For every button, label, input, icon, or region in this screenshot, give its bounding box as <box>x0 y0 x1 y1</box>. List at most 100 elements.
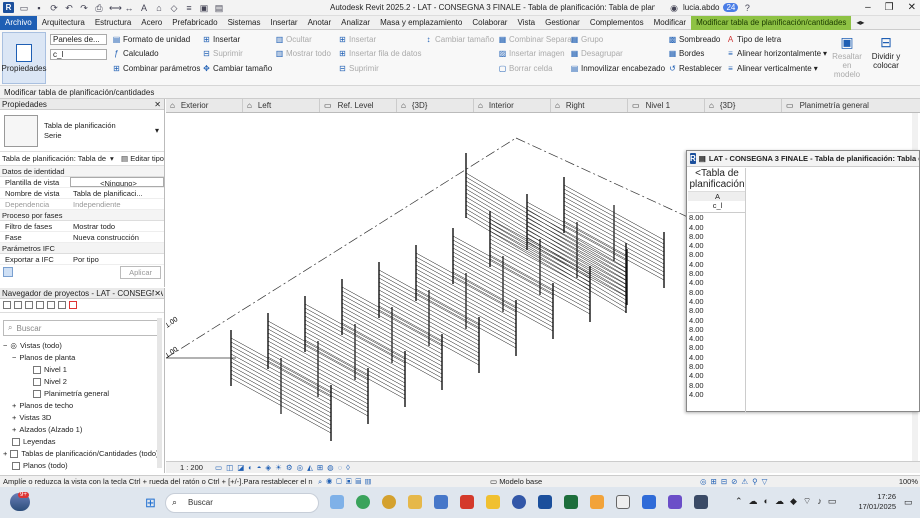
schedule-cell[interactable]: 4.00 <box>688 353 746 362</box>
tab-estructura[interactable]: Estructura <box>90 16 136 30</box>
schedule-cell[interactable]: 4.00 <box>688 316 746 325</box>
sync-icon[interactable]: ⟳ <box>49 3 59 13</box>
insert-row-button[interactable]: ⊞ Insertar <box>338 35 376 44</box>
schedule-window[interactable]: R ▤ LAT - CONSEGNA 3 FINALE - Tabla de p… <box>686 150 920 412</box>
app-icon[interactable] <box>486 495 500 509</box>
schedule-cell[interactable]: 8.00 <box>688 213 746 222</box>
explorer-icon[interactable] <box>408 495 422 509</box>
text-icon[interactable]: A <box>139 3 149 13</box>
view-tab-interior[interactable]: ⌂ Interior <box>474 99 551 112</box>
office-icon[interactable] <box>460 495 474 509</box>
app-icon[interactable] <box>564 495 578 509</box>
section-icon[interactable]: ◇ <box>169 3 179 13</box>
highlight-in-model-button[interactable]: ▣ Resaltar en modelo <box>830 34 864 79</box>
ribbon-toggle-icon[interactable]: ◂▸ <box>851 16 869 30</box>
maximize-icon[interactable]: ❐ <box>885 0 894 16</box>
merge-button[interactable]: ▦ Combinar Separar <box>498 35 575 44</box>
freeze-header-button[interactable]: ▤ Inmovilizar encabezado <box>570 64 665 73</box>
browser-scrollbar[interactable] <box>157 318 162 468</box>
view-name-field[interactable]: Tabla de planificaci... <box>70 188 164 198</box>
tab-complementos[interactable]: Complementos <box>585 16 649 30</box>
measure-icon[interactable]: ⟷ <box>109 3 122 13</box>
view-tab-nivel-1[interactable]: ▭ Nivel 1 <box>628 99 705 112</box>
phase-filter-field[interactable]: Mostrar todo <box>70 221 164 231</box>
ifc-export-field[interactable]: Por tipo <box>70 254 164 264</box>
browser-tool-icon[interactable] <box>36 301 44 309</box>
view-tab-right[interactable]: ⌂ Right <box>551 99 628 112</box>
tab-arquitectura[interactable]: Arquitectura <box>37 16 90 30</box>
app-icon[interactable] <box>616 495 630 509</box>
revit-taskbar-icon[interactable] <box>538 495 552 509</box>
tab-masa[interactable]: Masa y emplazamiento <box>375 16 467 30</box>
ungroup-button[interactable]: ▦ Desagrupar <box>570 49 623 58</box>
schedule-title-bar[interactable]: R ▤ LAT - CONSEGNA 3 FINALE - Tabla de p… <box>687 151 919 167</box>
view-tab-left[interactable]: ⌂ Left <box>243 99 320 112</box>
tree-item[interactable]: − ◎ Vistas (todo) <box>3 340 164 352</box>
tray-icons[interactable]: ⌃☁◐☁◆⌔♪▭ <box>735 496 842 507</box>
column-header[interactable]: c_l <box>688 201 746 214</box>
align-horizontal-button[interactable]: ≡ Alinear horizontalmente ▾ <box>726 49 827 58</box>
level-mark[interactable]: 1.00 <box>164 346 179 360</box>
app-icon[interactable] <box>590 495 604 509</box>
font-type-button[interactable]: A Tipo de letra <box>726 35 781 44</box>
insert-column-button[interactable]: ⊞ Insertar <box>202 35 240 44</box>
group-button[interactable]: ▦ Grupo <box>570 35 604 44</box>
view-tab-exterior[interactable]: ⌂ Exterior <box>166 99 243 112</box>
borders-button[interactable]: ▦ Bordes <box>668 49 705 58</box>
taskbar-search[interactable]: Buscar <box>165 493 319 513</box>
browser-tool-icon[interactable] <box>58 301 66 309</box>
teams-icon[interactable] <box>668 495 682 509</box>
tree-item[interactable]: − Planos de planta <box>3 352 164 364</box>
schedule-cell[interactable]: 4.00 <box>688 241 746 250</box>
split-place-button[interactable]: ⊟ Dividir y colocar <box>868 34 904 78</box>
close-hidden-icon[interactable]: ▣ <box>199 3 209 13</box>
chrome-profile-icon[interactable] <box>382 495 396 509</box>
insert-data-row-button[interactable]: ⊞ Insertar fila de datos <box>338 49 421 58</box>
schedule-cell[interactable]: 8.00 <box>688 343 746 352</box>
3d-view-icon[interactable]: ⌂ <box>154 3 164 13</box>
type-selector[interactable]: Tabla de planificación Serie ▾ <box>0 110 164 152</box>
schedule-cell[interactable]: 8.00 <box>688 306 746 315</box>
delete-row-button[interactable]: ⊟ Suprimir <box>338 64 379 73</box>
schedule-cell[interactable]: 4.00 <box>688 371 746 380</box>
phase-field[interactable]: Nueva construcción <box>70 232 164 242</box>
section-identity[interactable]: Datos de identidad <box>0 166 164 177</box>
section-phasing[interactable]: Proceso por fases <box>0 210 164 221</box>
schedule-heading[interactable]: <Tabla de planificación <box>688 168 746 192</box>
parameter-select[interactable]: Paneles de... <box>50 34 107 45</box>
store-icon[interactable] <box>434 495 448 509</box>
tab-sistemas[interactable]: Sistemas <box>223 16 266 30</box>
view-tab-ref-level[interactable]: ▭ Ref. Level <box>320 99 397 112</box>
windows-start-icon[interactable]: ⊞ <box>145 495 160 510</box>
app-icon[interactable] <box>694 495 708 509</box>
tab-gestionar[interactable]: Gestionar <box>540 16 585 30</box>
tab-analizar[interactable]: Analizar <box>336 16 375 30</box>
tree-item[interactable]: Nivel 1 <box>3 364 164 376</box>
schedule-cell[interactable]: 8.00 <box>688 232 746 241</box>
schedule-cell[interactable]: 8.00 <box>688 288 746 297</box>
section-ifc[interactable]: Parámetros IFC <box>0 243 164 254</box>
tab-archivo[interactable]: Archivo <box>0 15 37 30</box>
save-icon[interactable]: ▪ <box>34 3 44 13</box>
help-icon[interactable]: ? <box>742 3 752 13</box>
browser-tool-icon[interactable] <box>14 301 22 309</box>
tree-item[interactable]: + Vistas 3D <box>3 412 164 424</box>
edit-type-button[interactable]: ▤ Editar tipo <box>116 152 164 165</box>
format-unit-button[interactable]: ▤ Formato de unidad <box>112 35 190 44</box>
combine-params-button[interactable]: ⊞ Combinar parámetros <box>112 64 200 73</box>
tree-item[interactable]: Leyendas <box>3 436 164 448</box>
close-icon[interactable]: ✕ <box>154 99 161 110</box>
notifications-icon[interactable]: ▭ <box>904 497 913 508</box>
tree-item[interactable]: + Alzados (Alzado 1) <box>3 424 164 436</box>
tab-prefabricado[interactable]: Prefabricado <box>167 16 222 30</box>
row-size-button[interactable]: ↕ Cambiar tamaño <box>424 35 495 44</box>
schedule-cell[interactable]: 4.00 <box>688 297 746 306</box>
schedule-cell[interactable]: 8.00 <box>688 362 746 371</box>
tab-acero[interactable]: Acero <box>136 16 167 30</box>
column-letter[interactable]: A <box>688 192 746 202</box>
schedule-cell[interactable]: 4.00 <box>688 260 746 269</box>
schedule-cell[interactable]: 4.00 <box>688 334 746 343</box>
align-vertical-button[interactable]: ≡ Alinear verticalmente ▾ <box>726 64 818 73</box>
tree-item[interactable]: Planos (todo) <box>3 460 164 472</box>
shading-button[interactable]: ▩ Sombreado <box>668 35 721 44</box>
